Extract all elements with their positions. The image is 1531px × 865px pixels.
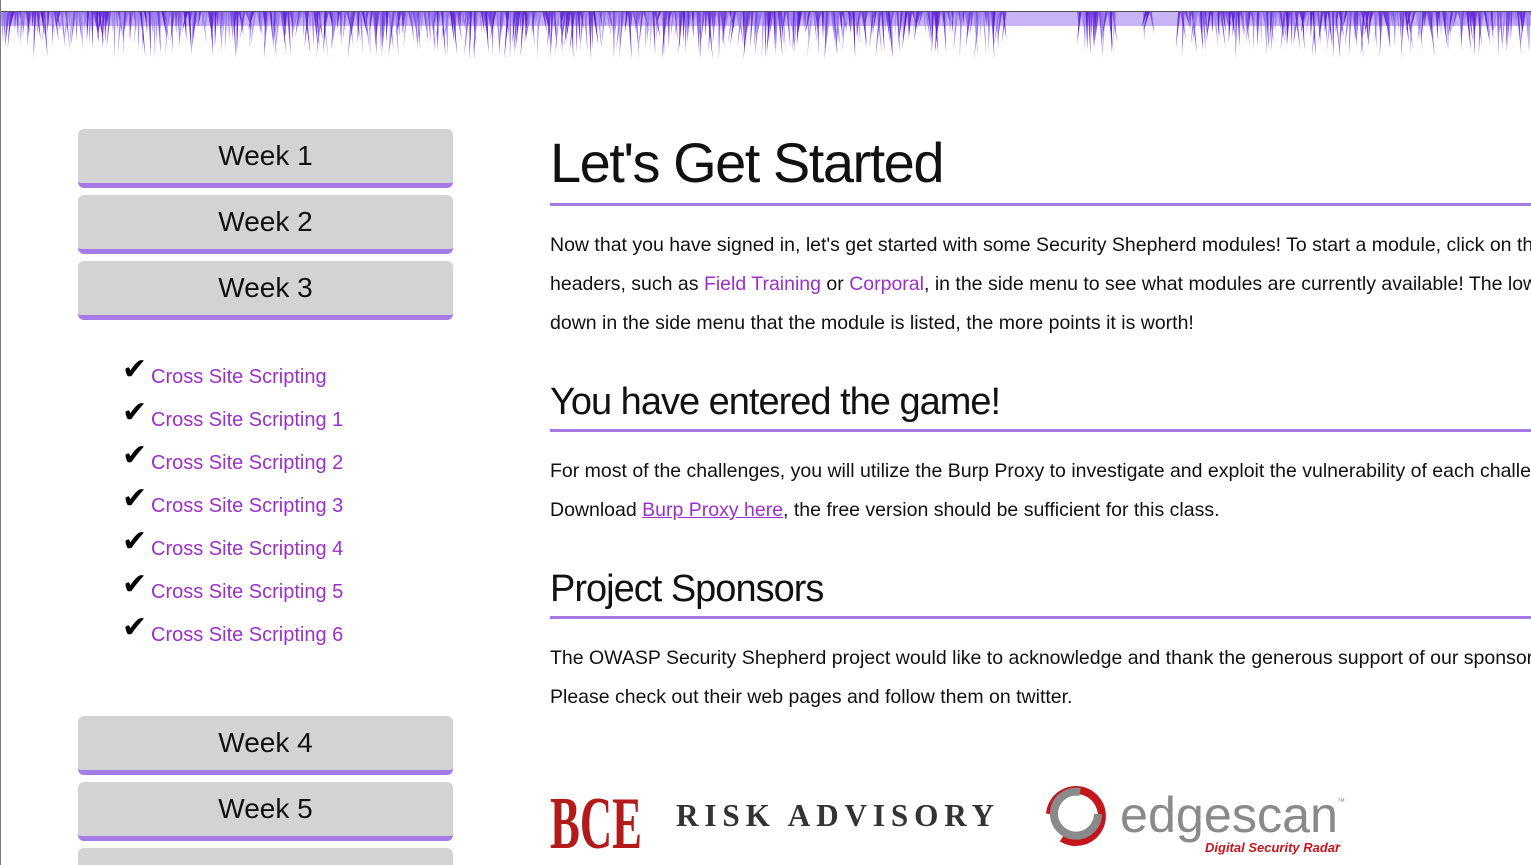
burp-proxy-link[interactable]: Burp Proxy here [642,499,783,521]
week-3-module-list: ✔ Cross Site Scripting ✔ Cross Site Scri… [122,346,453,716]
game-line-1: For most of the challenges, you will uti… [550,460,1531,482]
sponsors-line-2: Please check out their web pages and fol… [550,686,1073,708]
intro-line-2: headers, such as Field Training or Corpo… [550,265,1531,304]
week-3-button[interactable]: Week 3 [78,261,453,320]
module-link-cross-site-scripting-2[interactable]: Cross Site Scripting 2 [151,451,343,475]
bce-logo-text: BCE [550,783,642,865]
week-1-button[interactable]: Week 1 [78,129,453,188]
edgescan-trademark: ™ [1337,797,1345,806]
game-text: Download [550,499,643,521]
module-list-item: ✔ Cross Site Scripting 1 [122,389,453,432]
sponsor-logos: BCE RISK ADVISORY edgescan ™ Digital Sec… [550,778,1350,865]
module-list-item: ✔ Cross Site Scripting [122,346,453,389]
intro-line-3: down in the side menu that the module is… [550,312,1194,334]
risk-advisory-logo[interactable]: RISK ADVISORY [676,786,1106,846]
edgescan-logo-text: edgescan [1120,787,1338,843]
sponsor-logos-svg: BCE RISK ADVISORY edgescan ™ Digital Sec… [550,783,1345,865]
module-link-cross-site-scripting-4[interactable]: Cross Site Scripting 4 [151,537,343,561]
edgescan-tagline: Digital Security Radar [1205,840,1341,855]
completed-check-icon: ✔ [122,353,148,386]
module-link-cross-site-scripting-5[interactable]: Cross Site Scripting 5 [151,580,343,604]
header-banner [1,12,1531,62]
completed-check-icon: ✔ [122,568,148,601]
intro-text: headers, such as [550,273,704,295]
top-edge [1,0,1531,12]
edgescan-tagline-trademark: ™ [1334,843,1340,850]
module-list-item: ✔ Cross Site Scripting 3 [122,475,453,518]
module-list-item: ✔ Cross Site Scripting 2 [122,432,453,475]
completed-check-icon: ✔ [122,396,148,429]
completed-check-icon: ✔ [122,439,148,472]
bce-logo[interactable]: BCE [550,783,642,865]
main-content: Let's Get Started Now that you have sign… [550,128,1531,717]
completed-check-icon: ✔ [122,482,148,515]
edgescan-logo[interactable]: edgescan ™ Digital Security Radar ™ [1120,787,1345,855]
completed-check-icon: ✔ [122,525,148,558]
week-5-button[interactable]: Week 5 [78,782,453,841]
week-4-button[interactable]: Week 4 [78,716,453,775]
completed-check-icon: ✔ [122,611,148,644]
module-link-cross-site-scripting[interactable]: Cross Site Scripting [151,365,327,389]
intro-line-1: Now that you have signed in, let's get s… [550,234,1531,256]
module-list-item: ✔ Cross Site Scripting 5 [122,561,453,604]
game-text: , the free version should be sufficient … [783,499,1220,521]
module-link-cross-site-scripting-6[interactable]: Cross Site Scripting 6 [151,623,343,647]
game-heading: You have entered the game! [550,381,1001,423]
week-6-button-partial[interactable] [78,848,453,865]
module-link-cross-site-scripting-1[interactable]: Cross Site Scripting 1 [151,408,343,432]
week-2-button[interactable]: Week 2 [78,195,453,254]
module-list-item: ✔ Cross Site Scripting 4 [122,518,453,561]
intro-text: , in the side menu to see what modules a… [923,273,1531,295]
intro-text: or [821,273,850,295]
sidebar: Week 1 Week 2 Week 3 ✔ Cross Site Script… [78,129,453,865]
corporal-link[interactable]: Corporal [849,273,924,295]
module-list-item: ✔ Cross Site Scripting 6 [122,604,453,647]
sponsors-heading: Project Sponsors [550,568,824,610]
module-link-cross-site-scripting-3[interactable]: Cross Site Scripting 3 [151,494,343,518]
grass-banner-image [1,12,1531,60]
field-training-link[interactable]: Field Training [704,273,821,295]
page: Week 1 Week 2 Week 3 ✔ Cross Site Script… [0,0,1531,865]
game-line-2: Download Burp Proxy here, the free versi… [550,491,1531,530]
sponsors-line-1: The OWASP Security Shepherd project woul… [550,647,1531,669]
page-title: Let's Get Started [550,131,944,194]
risk-advisory-logo-text: RISK ADVISORY [676,797,1000,833]
